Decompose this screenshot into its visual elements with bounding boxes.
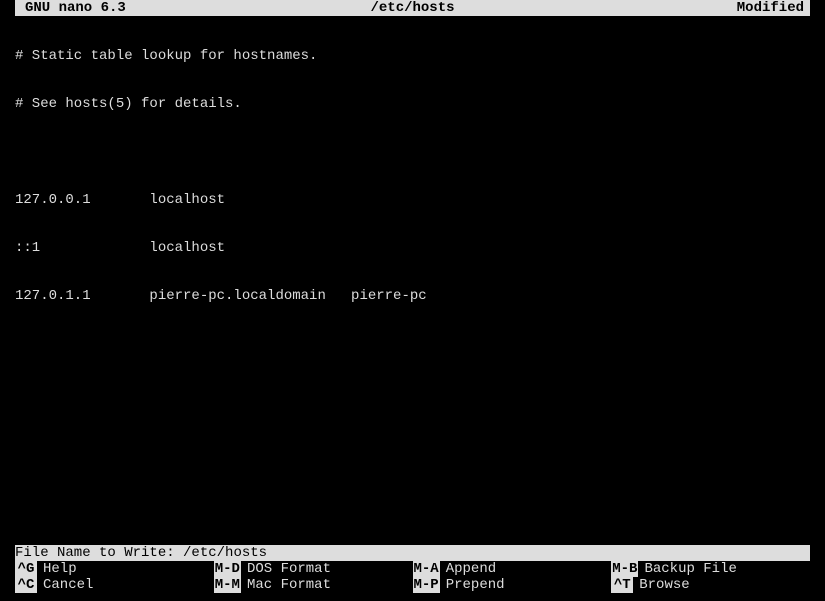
help-shortcut-prepend[interactable]: M-P Prepend: [413, 577, 612, 593]
shortcut-label: Prepend: [440, 577, 505, 593]
shortcut-key: ^C: [15, 577, 37, 593]
shortcut-key: M-D: [214, 561, 241, 577]
help-shortcut-append[interactable]: M-A Append: [413, 561, 612, 577]
shortcut-label: Browse: [633, 577, 689, 593]
prompt-label: File Name to Write:: [15, 545, 183, 561]
file-name: /etc/hosts: [370, 0, 454, 16]
titlebar: GNU nano 6.3 /etc/hosts Modified: [15, 0, 810, 16]
help-shortcuts: ^G Help M-D DOS Format M-A Append M-B Ba…: [15, 561, 810, 593]
modified-status: Modified: [737, 0, 804, 16]
help-row: ^C Cancel M-M Mac Format M-P Prepend ^T …: [15, 577, 810, 593]
prompt-input[interactable]: /etc/hosts: [183, 545, 267, 561]
shortcut-label: Cancel: [37, 577, 93, 593]
shortcut-key: M-M: [214, 577, 241, 593]
editor-line: 127.0.0.1 localhost: [15, 192, 810, 208]
shortcut-key: M-P: [413, 577, 440, 593]
shortcut-label: Append: [440, 561, 496, 577]
editor-line: ::1 localhost: [15, 240, 810, 256]
help-shortcut-backup-file[interactable]: M-B Backup File: [611, 561, 810, 577]
editor-line: # Static table lookup for hostnames.: [15, 48, 810, 64]
editor-area[interactable]: # Static table lookup for hostnames. # S…: [15, 16, 810, 545]
shortcut-label: Backup File: [638, 561, 736, 577]
help-shortcut-browse[interactable]: ^T Browse: [611, 577, 810, 593]
shortcut-key: M-A: [413, 561, 440, 577]
help-shortcut-cancel[interactable]: ^C Cancel: [15, 577, 214, 593]
help-shortcut-dos-format[interactable]: M-D DOS Format: [214, 561, 413, 577]
shortcut-label: Mac Format: [241, 577, 331, 593]
shortcut-label: DOS Format: [241, 561, 331, 577]
shortcut-label: Help: [37, 561, 77, 577]
cursor-icon: [267, 545, 275, 561]
shortcut-key: M-B: [611, 561, 638, 577]
help-shortcut-help[interactable]: ^G Help: [15, 561, 214, 577]
shortcut-key: ^T: [611, 577, 633, 593]
help-shortcut-mac-format[interactable]: M-M Mac Format: [214, 577, 413, 593]
editor-line: [15, 144, 810, 160]
app-name: GNU nano 6.3: [15, 0, 126, 16]
help-row: ^G Help M-D DOS Format M-A Append M-B Ba…: [15, 561, 810, 577]
editor-line: # See hosts(5) for details.: [15, 96, 810, 112]
shortcut-key: ^G: [15, 561, 37, 577]
editor-line: 127.0.1.1 pierre-pc.localdomain pierre-p…: [15, 288, 810, 304]
filename-prompt[interactable]: File Name to Write: /etc/hosts: [15, 545, 810, 561]
terminal: GNU nano 6.3 /etc/hosts Modified # Stati…: [0, 0, 825, 601]
